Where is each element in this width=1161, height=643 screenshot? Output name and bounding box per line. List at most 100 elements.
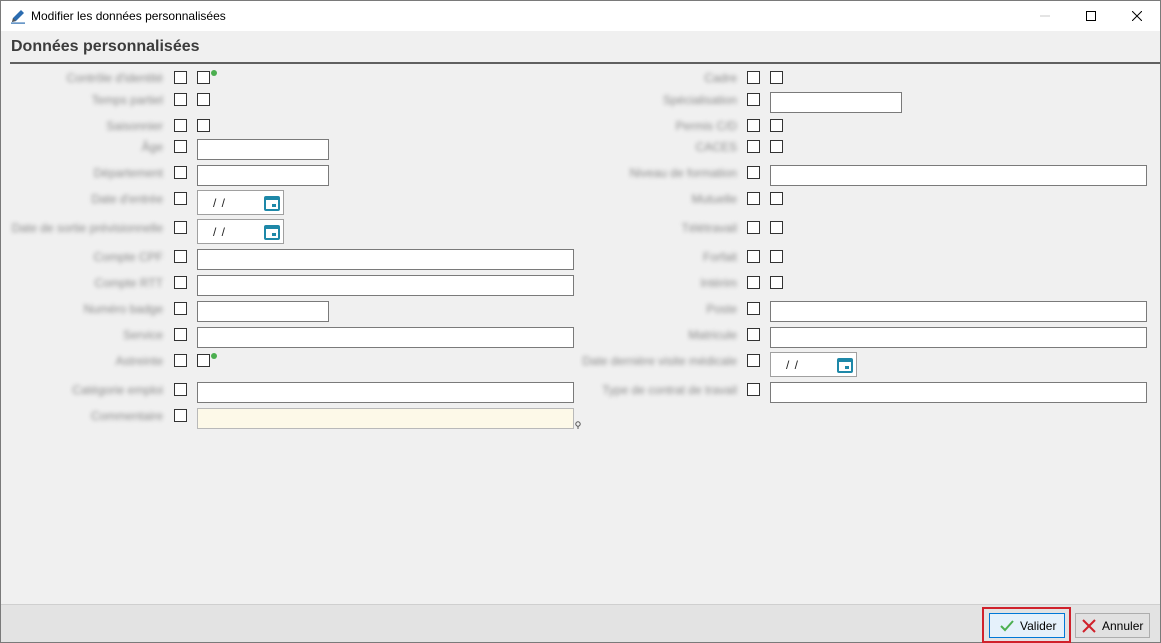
calendar-icon[interactable]	[264, 224, 280, 240]
validate-label: Valider	[1020, 618, 1057, 633]
text-input[interactable]	[197, 139, 329, 160]
value-checkbox[interactable]	[770, 221, 783, 234]
enable-checkbox[interactable]	[174, 383, 187, 396]
field-label: Date dernière visite médicale	[582, 354, 737, 368]
field-label: Numéro badge	[83, 302, 163, 316]
title-bar[interactable]: Modifier les données personnalisées	[1, 1, 1160, 31]
enable-checkbox[interactable]	[174, 140, 187, 153]
enable-checkbox[interactable]	[174, 119, 187, 132]
enable-checkbox[interactable]	[174, 71, 187, 84]
close-icon	[1132, 11, 1142, 21]
window-title: Modifier les données personnalisées	[31, 9, 226, 23]
text-input[interactable]	[197, 165, 329, 186]
text-input[interactable]	[770, 382, 1147, 403]
text-input[interactable]	[770, 327, 1147, 348]
validate-button[interactable]: Valider	[989, 613, 1065, 638]
field-label: Niveau de formation	[629, 166, 737, 180]
enable-checkbox[interactable]	[747, 166, 760, 179]
minimize-button[interactable]	[1022, 1, 1068, 31]
value-checkbox[interactable]	[197, 71, 210, 84]
date-picker[interactable]: / /	[197, 219, 284, 244]
cancel-button[interactable]: Annuler	[1075, 613, 1150, 638]
field-label: Compte CPF	[93, 250, 163, 264]
edit-pencil-icon	[11, 10, 25, 24]
enable-checkbox[interactable]	[747, 71, 760, 84]
enable-checkbox[interactable]	[747, 119, 760, 132]
enable-checkbox[interactable]	[747, 192, 760, 205]
value-checkbox[interactable]	[770, 250, 783, 263]
date-value: / /	[213, 225, 227, 239]
text-input[interactable]	[770, 92, 902, 113]
enable-checkbox[interactable]	[747, 328, 760, 341]
field-label: Cadre	[704, 71, 737, 85]
enable-checkbox[interactable]	[174, 354, 187, 367]
maximize-button[interactable]	[1068, 1, 1114, 31]
enable-checkbox[interactable]	[174, 93, 187, 106]
cross-icon	[1082, 618, 1096, 633]
enable-checkbox[interactable]	[747, 250, 760, 263]
date-value: / /	[786, 358, 800, 372]
value-checkbox[interactable]	[770, 192, 783, 205]
enable-checkbox[interactable]	[174, 328, 187, 341]
enable-checkbox[interactable]	[747, 93, 760, 106]
date-value: / /	[213, 196, 227, 210]
enable-checkbox[interactable]	[174, 166, 187, 179]
field-label: Forfait	[702, 250, 737, 264]
date-picker[interactable]: / /	[197, 190, 284, 215]
form-area: Données personnalisées Contrôle d'identi…	[1, 31, 1160, 604]
close-button[interactable]	[1114, 1, 1160, 31]
enable-checkbox[interactable]	[747, 276, 760, 289]
field-label: Temps partiel	[91, 93, 163, 107]
text-input[interactable]	[197, 249, 574, 270]
enable-checkbox[interactable]	[747, 140, 760, 153]
field-label: Commentaire	[90, 409, 163, 423]
field-label: Matricule	[688, 328, 737, 342]
field-label: CACES	[695, 140, 737, 154]
enable-checkbox[interactable]	[747, 383, 760, 396]
dialog-window: Modifier les données personnalisées Donn…	[0, 0, 1161, 643]
text-input[interactable]	[197, 275, 574, 296]
value-checkbox[interactable]	[770, 119, 783, 132]
enable-checkbox[interactable]	[174, 409, 187, 422]
footer-bar: Valider Annuler	[1, 604, 1160, 643]
calendar-icon[interactable]	[264, 195, 280, 211]
field-label: Catégorie emploi	[72, 383, 163, 397]
enable-checkbox[interactable]	[174, 250, 187, 263]
field-label: Poste	[706, 302, 737, 316]
maximize-icon	[1086, 11, 1096, 21]
value-checkbox[interactable]	[197, 93, 210, 106]
enable-checkbox[interactable]	[747, 302, 760, 315]
enable-checkbox[interactable]	[747, 221, 760, 234]
text-input[interactable]	[770, 301, 1147, 322]
enable-checkbox[interactable]	[174, 302, 187, 315]
date-picker[interactable]: / /	[770, 352, 857, 377]
field-label: Département	[93, 166, 163, 180]
enable-checkbox[interactable]	[174, 276, 187, 289]
text-input[interactable]	[197, 382, 574, 403]
field-label: Intérim	[700, 276, 737, 290]
value-checkbox[interactable]	[770, 276, 783, 289]
value-checkbox[interactable]	[770, 71, 783, 84]
value-checkbox[interactable]	[197, 119, 210, 132]
field-label: Spécialisation	[662, 93, 737, 107]
field-label: Astreinte	[115, 354, 163, 368]
field-label: Type de contrat de travail	[602, 383, 737, 397]
enable-checkbox[interactable]	[174, 192, 187, 205]
section-title: Données personnalisées	[11, 38, 200, 55]
field-label: Mutuelle	[691, 192, 737, 206]
enable-checkbox[interactable]	[174, 221, 187, 234]
comment-input[interactable]	[197, 408, 574, 429]
field-label: Compte RTT	[94, 276, 163, 290]
check-icon	[1000, 619, 1014, 631]
enable-checkbox[interactable]	[747, 354, 760, 367]
field-label: Date de sortie prévisionnelle	[11, 221, 163, 235]
field-label: Âge	[141, 140, 163, 154]
calendar-icon[interactable]	[837, 357, 853, 373]
text-input[interactable]	[197, 301, 329, 322]
text-input[interactable]	[770, 165, 1147, 186]
status-dot-icon	[211, 70, 217, 76]
value-checkbox[interactable]	[197, 354, 210, 367]
field-label: Contrôle d'identité	[66, 71, 163, 85]
text-input[interactable]	[197, 327, 574, 348]
value-checkbox[interactable]	[770, 140, 783, 153]
